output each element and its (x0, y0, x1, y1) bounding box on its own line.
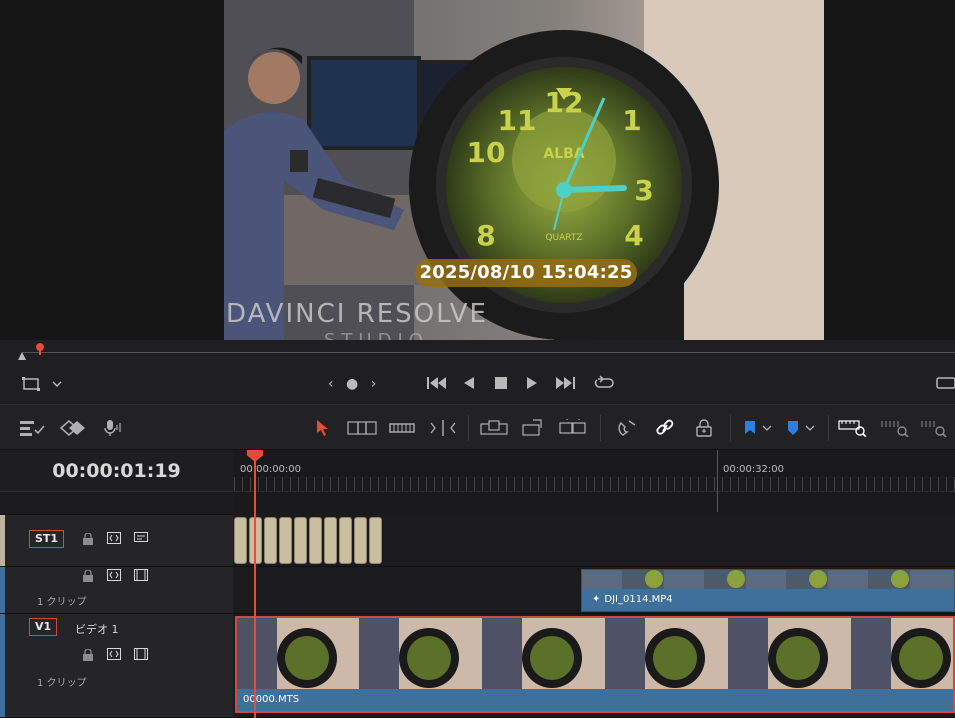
clip-label: ✦ DJI_0114.MP4 (582, 589, 954, 611)
timeline-view-options-icon[interactable] (20, 419, 46, 437)
track-name-v1[interactable]: ビデオ 1 (75, 621, 119, 637)
transport-bar: ‹ ● › (0, 368, 955, 404)
clip-label: 00000.MTS (237, 689, 953, 711)
track-clip-count: 1 クリップ (37, 597, 87, 608)
linked-selection-icon[interactable] (655, 419, 675, 437)
timeline-playhead[interactable] (254, 450, 256, 718)
play-icon[interactable] (526, 376, 538, 394)
track-header-spacer (0, 492, 233, 515)
track-color-bar (0, 515, 5, 566)
lock-icon[interactable] (81, 533, 95, 545)
subtitle-clip[interactable] (369, 517, 382, 564)
track-header-v1[interactable]: V1 ビデオ 1 1 クリップ (0, 614, 233, 718)
track-header-st1[interactable]: ST1 (0, 515, 233, 567)
insert-clip-icon[interactable] (480, 419, 508, 437)
track-tag-st1[interactable]: ST1 (29, 530, 65, 548)
zoom-custom-icon[interactable] (920, 419, 950, 437)
ruler-label-start: 00:00:00:00 (240, 464, 302, 475)
track-tag-v1[interactable]: V1 (29, 618, 58, 636)
viewer-scrubber[interactable] (0, 340, 955, 368)
subtitle-clip[interactable] (234, 517, 247, 564)
flag-icon[interactable] (743, 419, 775, 437)
timeline-ruler[interactable]: 00:00:00:00 00:00:32:00 (234, 450, 955, 492)
subtitle-clip[interactable] (294, 517, 307, 564)
timeline-toolbar (0, 404, 955, 450)
microphone-icon[interactable] (103, 419, 123, 437)
chevron-down-icon[interactable] (52, 377, 62, 393)
clip-name: DJI_0114.MP4 (604, 594, 673, 605)
svg-text:QUARTZ: QUARTZ (545, 233, 582, 243)
current-timecode[interactable]: 00:00:01:19 (0, 450, 233, 492)
clip-name: 00000.MTS (243, 694, 300, 705)
lock-icon[interactable] (81, 649, 95, 661)
sparkle-icon: ✦ (592, 594, 601, 605)
svg-text:1: 1 (622, 104, 641, 137)
ruler-label-32s: 00:00:32:00 (723, 464, 785, 475)
fullscreen-icon[interactable] (935, 376, 955, 394)
replace-clip-icon[interactable] (559, 419, 587, 437)
video-frame: 12 1 11 10 3 8 4 ALBA QUARTZ DAVINCI RES… (224, 0, 824, 340)
svg-text:10: 10 (467, 136, 506, 169)
svg-text:4: 4 (624, 219, 643, 252)
viewer-panel: 12 1 11 10 3 8 4 ALBA QUARTZ DAVINCI RES… (0, 0, 955, 340)
stop-icon[interactable] (494, 376, 508, 394)
skip-to-start-icon[interactable] (427, 376, 447, 394)
skip-to-end-icon[interactable] (555, 376, 575, 394)
overwrite-clip-icon[interactable] (521, 419, 545, 437)
track-color-bar (0, 614, 5, 717)
timestamp-overlay: 2025/08/10 15:04:25 (415, 259, 637, 287)
zoom-detail-icon[interactable] (880, 419, 910, 437)
track-color-bar (0, 567, 5, 613)
scrubber-track[interactable] (22, 352, 955, 353)
video-clip-mts[interactable]: 00000.MTS (235, 616, 955, 713)
clip-thumbnails (237, 618, 953, 689)
track-clip-count: 1 クリップ (37, 678, 87, 689)
play-reverse-icon[interactable] (463, 376, 475, 394)
subtitle-icon[interactable] (134, 532, 148, 544)
subtitle-clip[interactable] (279, 517, 292, 564)
svg-text:DAVINCI RESOLVE: DAVINCI RESOLVE (226, 299, 488, 329)
ruler-ticks (234, 477, 955, 491)
toolbar-separator (600, 415, 601, 441)
ruler-divider (717, 450, 718, 512)
disable-video-track-icon[interactable] (134, 569, 148, 581)
clip-thumbnails (582, 570, 954, 591)
svg-text:3: 3 (634, 174, 653, 207)
toolbar-separator (468, 415, 469, 441)
svg-text:11: 11 (498, 104, 537, 137)
clip-nav-control[interactable]: ‹ ● › (328, 376, 380, 392)
subtitle-clip[interactable] (339, 517, 352, 564)
auto-track-select-icon[interactable] (107, 532, 121, 544)
lock-icon[interactable] (81, 570, 95, 582)
track-header-v2[interactable]: 1 クリップ (0, 567, 233, 614)
transform-icon[interactable] (22, 376, 40, 396)
loop-icon[interactable] (594, 375, 614, 395)
track-destination-icon[interactable] (60, 419, 86, 437)
trim-tool-icon[interactable] (347, 419, 377, 437)
subtitle-clip[interactable] (309, 517, 322, 564)
video-clip-dji[interactable]: ✦ DJI_0114.MP4 (581, 569, 955, 612)
snapping-icon[interactable] (617, 419, 637, 437)
dynamic-trim-icon[interactable] (389, 419, 415, 437)
svg-text:STUDIO: STUDIO (324, 330, 429, 340)
svg-text:8: 8 (476, 219, 495, 252)
disable-video-track-icon[interactable] (134, 648, 148, 660)
subtitle-clip[interactable] (264, 517, 277, 564)
position-lock-icon[interactable] (694, 419, 714, 437)
blade-tool-icon[interactable] (429, 419, 457, 437)
scrubber-playhead-stem (39, 349, 41, 355)
auto-track-select-icon[interactable] (107, 648, 121, 660)
subtitle-clip[interactable] (354, 517, 367, 564)
zoom-full-icon[interactable] (838, 419, 868, 437)
selection-tool-icon[interactable] (316, 419, 330, 437)
auto-track-select-icon[interactable] (107, 569, 121, 581)
marker-icon[interactable] (786, 419, 818, 437)
toolbar-separator (730, 415, 731, 441)
video-frame-image: 12 1 11 10 3 8 4 ALBA QUARTZ DAVINCI RES… (224, 0, 824, 340)
subtitle-clip[interactable] (324, 517, 337, 564)
ruler-gap (234, 492, 955, 515)
toolbar-separator (828, 415, 829, 441)
